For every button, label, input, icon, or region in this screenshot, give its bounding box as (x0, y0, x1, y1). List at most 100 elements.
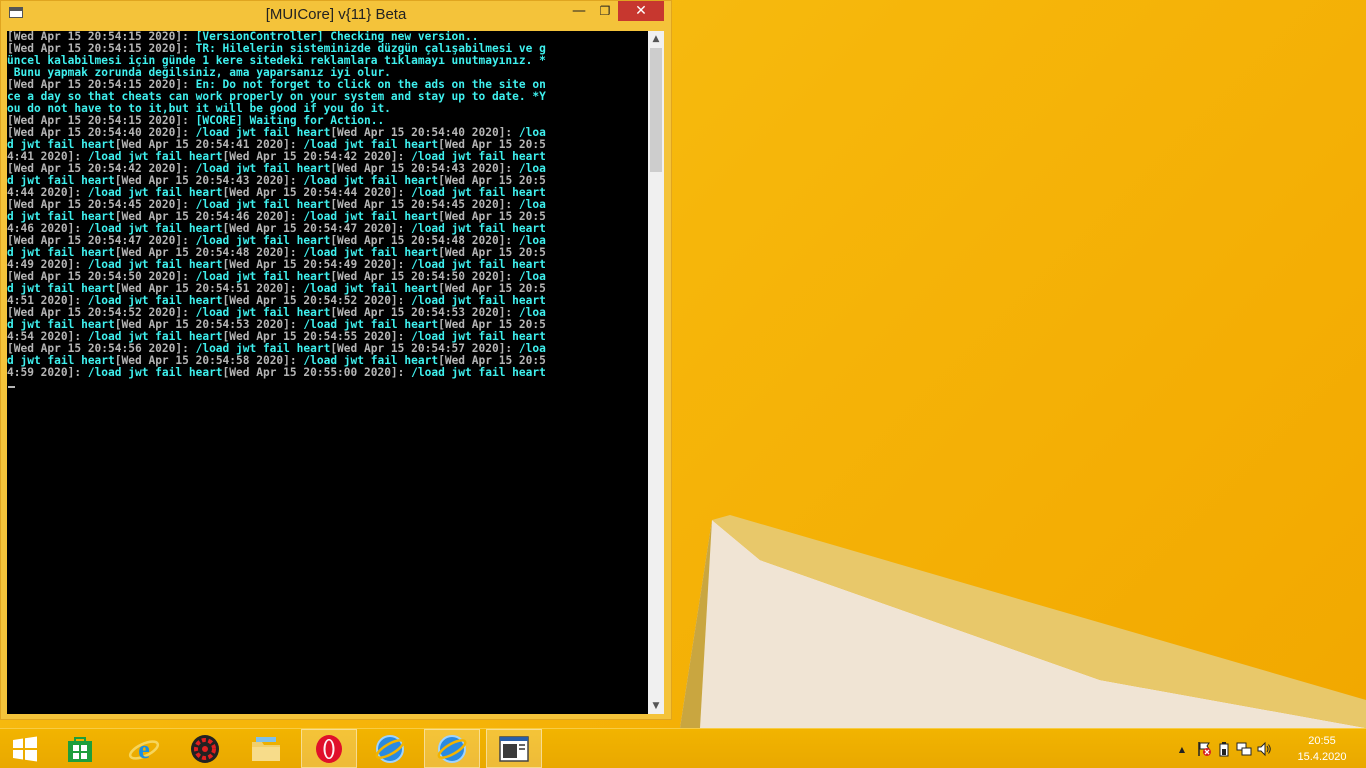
network-icon[interactable] (1236, 741, 1252, 757)
log-message: /load jwt fail heart (411, 295, 546, 307)
log-timestamp: [Wed Apr 15 20:54:45 2020]: (330, 199, 519, 211)
log-message: /load jwt fail heart (303, 247, 439, 259)
console-output[interactable]: [Wed Apr 15 20:54:15 2020]: [VersionCont… (7, 31, 648, 714)
log-message: d jwt fail heart (7, 319, 115, 331)
console-line: [Wed Apr 15 20:54:15 2020]: [VersionCont… (7, 31, 648, 43)
scroll-thumb[interactable] (650, 48, 662, 172)
taskbar: e ▲ 20:55 15.4.2020 (0, 728, 1366, 768)
taskbar-store[interactable] (52, 729, 108, 768)
log-message: Bunu yapmak zorunda değilsiniz, ama yapa… (7, 67, 391, 79)
console-line: [Wed Apr 15 20:54:40 2020]: /load jwt fa… (7, 127, 648, 139)
taskbar-opera[interactable] (301, 729, 357, 768)
log-message: üncel kalabilmesi için günde 1 kere site… (7, 55, 546, 67)
log-message: [VersionController] Checking new version… (195, 31, 479, 43)
scroll-down-arrow-icon[interactable]: ▼ (648, 698, 664, 714)
log-message: /load jwt fail heart (411, 367, 546, 379)
log-message: /load jwt fail heart (195, 271, 331, 283)
log-message: d jwt fail heart (7, 247, 115, 259)
log-message: /load jwt fail heart (87, 367, 223, 379)
log-timestamp: 4:51 2020]: (7, 295, 88, 307)
console-line: [Wed Apr 15 20:54:42 2020]: /load jwt fa… (7, 163, 648, 175)
show-hidden-icons-button[interactable]: ▲ (1174, 741, 1190, 757)
log-message: /load jwt fail heart (195, 163, 331, 175)
vertical-scrollbar[interactable]: ▲ ▼ (648, 31, 664, 714)
minimize-button[interactable]: — (566, 1, 592, 21)
taskbar-globe-app[interactable] (362, 729, 418, 768)
scroll-up-arrow-icon[interactable]: ▲ (648, 31, 664, 47)
console-line: d jwt fail heart[Wed Apr 15 20:54:58 202… (7, 355, 648, 367)
console-line: [Wed Apr 15 20:54:15 2020]: [WCORE] Wait… (7, 115, 648, 127)
log-message: /load jwt fail heart (303, 139, 439, 151)
log-timestamp: [Wed Apr 15 20:54:45 2020]: (7, 199, 196, 211)
clock[interactable]: 20:55 15.4.2020 (1294, 733, 1350, 765)
volume-icon[interactable] (1256, 741, 1272, 757)
log-message: /load jwt fail heart (303, 355, 439, 367)
log-message: d jwt fail heart (7, 283, 115, 295)
log-message: /load jwt fail heart (87, 223, 223, 235)
log-message: /load jwt fail heart (195, 307, 331, 319)
log-timestamp: [Wed Apr 15 20:54:53 2020]: (330, 307, 519, 319)
log-timestamp: [Wed Apr 15 20:54:15 2020]: (7, 115, 196, 127)
log-message: /load jwt fail heart (87, 259, 223, 271)
log-timestamp: [Wed Apr 15 20:54:40 2020]: (7, 127, 196, 139)
svg-text:e: e (138, 735, 150, 764)
taskbar-globe-app-2[interactable] (424, 729, 480, 768)
log-timestamp: [Wed Apr 15 20:54:52 2020]: (7, 307, 196, 319)
log-timestamp: [Wed Apr 15 20:54:44 2020]: (222, 187, 412, 199)
log-message: /load jwt fail heart (87, 187, 223, 199)
log-message: /loa (518, 163, 546, 175)
log-timestamp: [Wed Apr 15 20:54:15 2020]: (7, 31, 196, 43)
taskbar-console[interactable] (486, 729, 542, 768)
log-message: /load jwt fail heart (87, 151, 223, 163)
log-message: [WCORE] Waiting for Action.. (195, 115, 385, 127)
log-message: /load jwt fail heart (303, 283, 439, 295)
console-line: 4:41 2020]: /load jwt fail heart[Wed Apr… (7, 151, 648, 163)
opera-icon (316, 734, 342, 763)
log-timestamp: [Wed Apr 15 20:54:49 2020]: (222, 259, 412, 271)
log-message: /load jwt fail heart (411, 223, 546, 235)
taskbar-internet-explorer[interactable]: e (116, 729, 172, 768)
internet-explorer-icon: e (128, 735, 160, 764)
console-line: d jwt fail heart[Wed Apr 15 20:54:51 202… (7, 283, 648, 295)
taskbar-file-explorer[interactable] (238, 729, 294, 768)
log-timestamp: [Wed Apr 15 20:54:50 2020]: (330, 271, 519, 283)
log-message: /load jwt fail heart (195, 127, 331, 139)
log-timestamp: [Wed Apr 15 20:54:56 2020]: (7, 343, 196, 355)
log-message: /loa (518, 307, 546, 319)
console-line: 4:54 2020]: /load jwt fail heart[Wed Apr… (7, 331, 648, 343)
console-line: [Wed Apr 15 20:54:50 2020]: /load jwt fa… (7, 271, 648, 283)
log-message: ou do not have to to it,but it will be g… (7, 103, 391, 115)
console-line: d jwt fail heart[Wed Apr 15 20:54:41 202… (7, 139, 648, 151)
console-line: d jwt fail heart[Wed Apr 15 20:54:46 202… (7, 211, 648, 223)
log-message: /loa (518, 127, 546, 139)
console-text: [Wed Apr 15 20:54:15 2020]: [VersionCont… (7, 31, 648, 379)
log-timestamp: [Wed Apr 15 20:5 (438, 175, 546, 187)
log-timestamp: [Wed Apr 15 20:54:55 2020]: (222, 331, 412, 343)
taskbar-cheat-engine[interactable] (177, 729, 233, 768)
console-line: d jwt fail heart[Wed Apr 15 20:54:48 202… (7, 247, 648, 259)
console-line: d jwt fail heart[Wed Apr 15 20:54:43 202… (7, 175, 648, 187)
text-cursor (8, 386, 15, 388)
battery-icon[interactable] (1216, 741, 1232, 757)
log-timestamp: [Wed Apr 15 20:5 (438, 247, 546, 259)
maximize-button[interactable]: ❐ (592, 1, 618, 21)
log-timestamp: [Wed Apr 15 20:54:46 2020]: (114, 211, 304, 223)
windows-logo-icon (13, 736, 37, 761)
log-timestamp: [Wed Apr 15 20:5 (438, 319, 546, 331)
log-timestamp: [Wed Apr 15 20:55:00 2020]: (222, 367, 412, 379)
log-timestamp: 4:49 2020]: (7, 259, 88, 271)
log-message: /loa (518, 199, 546, 211)
start-button[interactable] (0, 729, 50, 768)
log-message: /load jwt fail heart (411, 187, 546, 199)
close-button[interactable]: ✕ (618, 1, 664, 21)
log-timestamp: [Wed Apr 15 20:54:47 2020]: (222, 223, 412, 235)
console-line: d jwt fail heart[Wed Apr 15 20:54:53 202… (7, 319, 648, 331)
console-line: 4:44 2020]: /load jwt fail heart[Wed Apr… (7, 187, 648, 199)
console-window[interactable]: [MUICore] v{11} Beta — ❐ ✕ [Wed Apr 15 2… (0, 0, 672, 720)
log-timestamp: [Wed Apr 15 20:54:48 2020]: (330, 235, 519, 247)
action-center-flag-icon[interactable] (1196, 741, 1212, 757)
log-message: /load jwt fail heart (195, 235, 331, 247)
title-bar[interactable]: [MUICore] v{11} Beta — ❐ ✕ (1, 1, 671, 27)
log-timestamp: [Wed Apr 15 20:54:50 2020]: (7, 271, 196, 283)
log-timestamp: [Wed Apr 15 20:5 (438, 283, 546, 295)
